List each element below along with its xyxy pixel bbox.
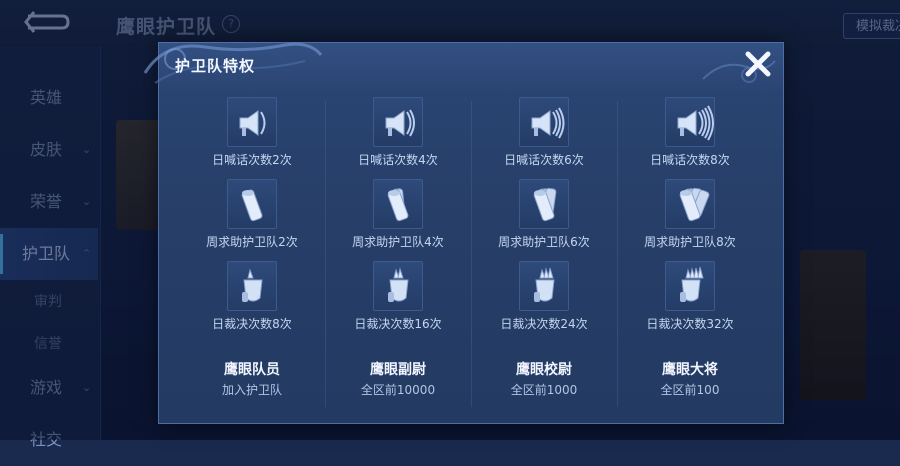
tier-column: 日喊话次数2次 周求助护卫队2次 日裁决次数8次 鹰眼队员加入护卫队 (179, 97, 325, 415)
rank-requirement: 全区前100 (660, 383, 720, 397)
perk-item: 日裁决次数8次 (179, 261, 325, 341)
tier-column: 日喊话次数8次 周求助护卫队8次 日裁决次数32次 鹰眼大将全区前100 (617, 97, 763, 415)
perk-label: 周求助护卫队2次 (206, 235, 298, 249)
rank-name: 鹰眼大将 (662, 362, 718, 378)
perk-label: 日裁决次数16次 (354, 317, 442, 331)
megaphone-icon (519, 97, 569, 147)
perk-item: 周求助护卫队8次 (617, 179, 763, 259)
megaphone-icon (373, 97, 423, 147)
perk-label: 日喊话次数6次 (504, 153, 584, 167)
perk-label: 日裁决次数24次 (500, 317, 588, 331)
perk-item: 周求助护卫队2次 (179, 179, 325, 259)
perk-label: 周求助护卫队6次 (498, 235, 590, 249)
column-divider (617, 101, 618, 407)
rank-name: 鹰眼副尉 (370, 362, 426, 378)
scroll-icon (227, 179, 277, 229)
perk-label: 日喊话次数4次 (358, 153, 438, 167)
rank-requirement: 全区前10000 (360, 383, 436, 397)
scroll-icon (665, 179, 715, 229)
close-icon[interactable] (743, 49, 773, 79)
perk-item: 日喊话次数6次 (471, 97, 617, 177)
perk-label: 日裁决次数8次 (212, 317, 292, 331)
tier-column: 日喊话次数6次 周求助护卫队6次 日裁决次数24次 鹰眼校尉全区前1000 (471, 97, 617, 415)
perk-label: 日喊话次数8次 (650, 153, 730, 167)
perk-item: 日喊话次数4次 (325, 97, 471, 177)
privileges-dialog: 护卫队特权 日喊话次数2次 周求助护卫队2次 日裁决次数8次 鹰眼队员 加入护卫队 日喊话… (143, 42, 784, 424)
column-divider (471, 101, 472, 407)
perk-label: 日裁决次数32次 (646, 317, 734, 331)
perk-label: 周求助护卫队4次 (352, 235, 444, 249)
perk-item: 周求助护卫队4次 (325, 179, 471, 259)
perk-item: 日裁决次数32次 (617, 261, 763, 341)
perk-item: 周求助护卫队6次 (471, 179, 617, 259)
perk-label: 日喊话次数2次 (212, 153, 292, 167)
gavel-icon (665, 261, 715, 311)
megaphone-icon (227, 97, 277, 147)
gavel-icon (227, 261, 277, 311)
dialog-title: 护卫队特权 (175, 57, 256, 75)
perk-item: 日喊话次数2次 (179, 97, 325, 177)
rank-name: 鹰眼校尉 (516, 362, 572, 378)
perk-label: 周求助护卫队8次 (644, 235, 736, 249)
rank-name: 鹰眼队员 (224, 362, 280, 378)
tier-column: 日喊话次数4次 周求助护卫队4次 日裁决次数16次 鹰眼副尉全区前10000 (325, 97, 471, 415)
column-divider (325, 101, 326, 407)
scroll-icon (519, 179, 569, 229)
scroll-icon (373, 179, 423, 229)
megaphone-icon (665, 97, 715, 147)
perk-item: 日喊话次数8次 (617, 97, 763, 177)
rank-requirement: 加入护卫队 (221, 383, 282, 397)
gavel-icon (519, 261, 569, 311)
tier-grid: 日喊话次数2次 周求助护卫队2次 日裁决次数8次 鹰眼队员 加入护卫队 日喊话次数4次 周求… (179, 97, 763, 415)
gavel-icon (373, 261, 423, 311)
perk-item: 日裁决次数24次 (471, 261, 617, 341)
perk-item: 日裁决次数16次 (325, 261, 471, 341)
rank-requirement: 全区前1000 (510, 383, 578, 397)
